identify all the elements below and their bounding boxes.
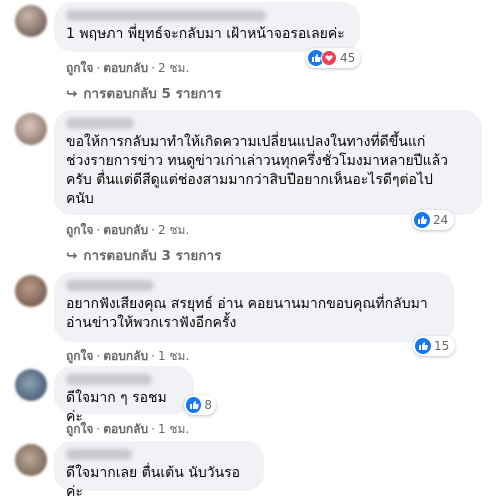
comment-text: 1 พฤษภา พี่ยุทธ์จะกลับมา เฝ้าหน้าจอรอเลย… [66, 25, 348, 44]
reaction-summary[interactable]: 15 [413, 336, 455, 356]
reaction-summary[interactable]: 24 [412, 210, 454, 230]
comment-text: อยากฟังเสียงคุณ สรยุทธ์ อ่าน คอยนานมากขอ… [66, 295, 442, 333]
timestamp[interactable]: 2 ชม. [158, 61, 189, 75]
like-link[interactable]: ถูกใจ [66, 422, 93, 436]
comment-text-line: อยากฟังเสียงคุณ สรยุทธ์ อ่าน คอยนานมากขอ… [66, 296, 428, 312]
view-replies-link[interactable]: ↪ การตอบกลับ 3 รายการ [66, 244, 221, 266]
reply-arrow-icon: ↪ [66, 86, 78, 102]
reply-link[interactable]: ตอบกลับ [103, 61, 148, 75]
avatar[interactable] [15, 369, 47, 401]
comment-text-line: อ่านข่าวให้พวกเราฟังอีกครั้ง [66, 315, 237, 331]
like-link[interactable]: ถูกใจ [66, 223, 93, 237]
comment-text: ขอให้การกลับมาทำให้เกิดความเปลี่ยนแปลงใน… [66, 133, 470, 209]
comment-bubble: ดีใจมากเลย ตื่นเต้น นับวันรอค่ะ [54, 441, 264, 500]
reaction-summary[interactable]: 45 [306, 48, 360, 68]
comment-text-line: ดีใจมากเลย ตื่นเต้น นับวันรอค่ะ [66, 465, 241, 500]
comment-actions: ถูกใจ · ตอบกลับ · 1 ชม. [66, 349, 190, 363]
avatar[interactable] [15, 5, 47, 37]
comment-bubble: ขอให้การกลับมาทำให้เกิดความเปลี่ยนแปลงใน… [54, 110, 482, 215]
author-name-blurred[interactable] [66, 10, 266, 21]
reaction-summary[interactable]: 8 [184, 395, 216, 415]
thumbs-up-icon [414, 212, 430, 228]
comment-actions: ถูกใจ · ตอบกลับ · 2 ชม. [66, 223, 190, 237]
avatar[interactable] [15, 444, 47, 476]
comment-text-line: ครับ ตื่นแต่ดีสีดูแต่ช่องสามมากว่าสิบปีอ… [66, 172, 433, 188]
thumbs-up-icon [186, 397, 202, 413]
comment-bubble: ดีใจมาก ๆ รอชมค่ะ [54, 366, 194, 425]
reaction-count: 24 [433, 213, 449, 227]
thumbs-up-icon [415, 338, 431, 354]
heart-icon [321, 50, 337, 66]
reaction-count: 45 [340, 51, 356, 65]
reply-link[interactable]: ตอบกลับ [103, 349, 148, 363]
comment-actions: ถูกใจ · ตอบกลับ · 2 ชม. [66, 61, 190, 75]
timestamp[interactable]: 1 ชม. [158, 349, 189, 363]
view-replies-link[interactable]: ↪ การตอบกลับ 5 รายการ [66, 82, 221, 104]
comment-bubble: 1 พฤษภา พี่ยุทธ์จะกลับมา เฝ้าหน้าจอรอเลย… [54, 2, 360, 52]
reply-link[interactable]: ตอบกลับ [103, 422, 148, 436]
timestamp[interactable]: 1 ชม. [158, 422, 189, 436]
author-name-blurred[interactable] [66, 374, 152, 385]
avatar[interactable] [15, 113, 47, 145]
replies-label: การตอบกลับ 5 รายการ [83, 86, 222, 102]
author-name-blurred[interactable] [66, 449, 132, 460]
reaction-count: 15 [434, 339, 450, 353]
comment-text-line: ช่วงรายการข่าว ทนดูข่าวเก่าเล่าวนทุกครึ่… [66, 153, 449, 169]
author-name-blurred[interactable] [66, 280, 154, 291]
reply-link[interactable]: ตอบกลับ [103, 223, 148, 237]
like-link[interactable]: ถูกใจ [66, 61, 93, 75]
avatar[interactable] [15, 275, 47, 307]
comment-text-line: คนับ [66, 191, 94, 207]
comment-bubble: อยากฟังเสียงคุณ สรยุทธ์ อ่าน คอยนานมากขอ… [54, 272, 454, 342]
author-name-blurred[interactable] [66, 118, 134, 129]
comment-text: ดีใจมากเลย ตื่นเต้น นับวันรอค่ะ [66, 464, 252, 502]
reaction-count: 8 [204, 398, 212, 412]
replies-label: การตอบกลับ 3 รายการ [83, 248, 222, 264]
comment-text-line: 1 พฤษภา พี่ยุทธ์จะกลับมา เฝ้าหน้าจอรอเลย… [66, 26, 345, 42]
reply-arrow-icon: ↪ [66, 248, 78, 264]
timestamp[interactable]: 2 ชม. [158, 223, 189, 237]
like-link[interactable]: ถูกใจ [66, 349, 93, 363]
comment-text-line: ขอให้การกลับมาทำให้เกิดความเปลี่ยนแปลงใน… [66, 134, 426, 150]
comment-actions: ถูกใจ · ตอบกลับ · 1 ชม. [66, 422, 190, 436]
